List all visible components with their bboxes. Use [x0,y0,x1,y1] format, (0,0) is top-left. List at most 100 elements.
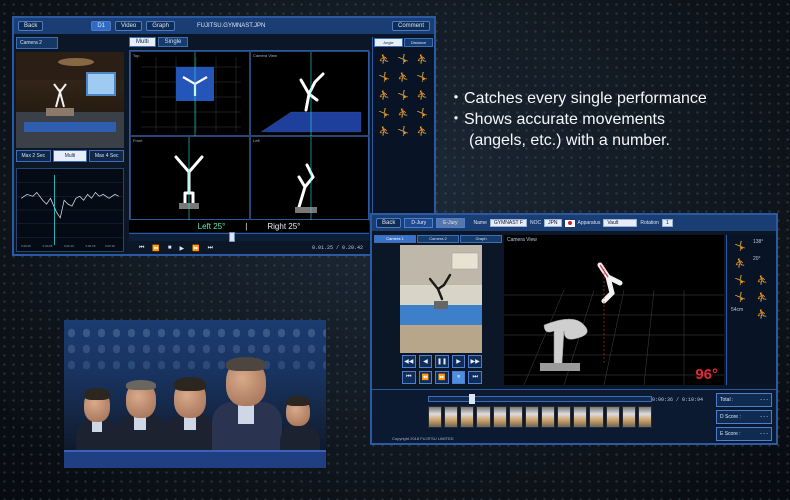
toggle-max-2[interactable]: Max 2 Sec [16,150,51,162]
side-angle-2: 20° [753,256,761,262]
timeline-slider[interactable] [129,232,369,242]
tab-graph-2[interactable]: Graph [460,235,502,243]
tab-single[interactable]: Single [157,37,189,47]
tab-multi[interactable]: Multi [129,37,156,47]
tab-video[interactable]: Video [115,21,143,31]
pose-icon[interactable]: 🤸 [377,70,392,84]
tab-camera-2[interactable]: Camera 2 [417,235,459,243]
back-button[interactable]: Back [18,21,44,31]
pose-icon[interactable]: 🤸 [396,124,411,138]
pose-icon[interactable]: 🤸 [377,106,392,120]
filmstrip-slider[interactable] [428,394,652,404]
view-front-label: Front [133,138,143,143]
tab-d-jury[interactable]: D-Jury [404,218,434,228]
film-frame[interactable] [589,406,604,428]
film-frame[interactable] [637,406,652,428]
film-frame[interactable] [573,406,588,428]
pose-icon[interactable]: 🤸 [396,52,411,66]
fast-forward-icon[interactable]: ⏩ [435,371,449,384]
pose-icon[interactable]: ⛹ [377,52,392,66]
view-left[interactable]: Left [250,136,370,222]
camera-feed [16,52,124,148]
pose-icon[interactable]: ⛹ [753,290,772,304]
pose-icon[interactable]: ⛹ [377,88,392,102]
name-field[interactable]: GYMNAST F [489,219,527,227]
film-frame[interactable] [476,406,491,428]
film-frame[interactable] [621,406,636,428]
pose-icon[interactable]: 🤸 [731,273,750,287]
last-frame-icon[interactable]: ⏭ [468,371,482,384]
filmstrip [428,406,652,428]
first-frame-icon[interactable]: ⏮ [402,371,416,384]
film-frame[interactable] [540,406,556,428]
side-angle-1: 138° [753,239,764,245]
pose-icon[interactable]: ⛹ [396,106,411,120]
pose-icon[interactable]: 🤸 [415,70,430,84]
comment-button[interactable]: Comment [391,21,430,31]
tab-graph[interactable]: Graph [146,21,175,31]
pose-icon[interactable]: ⛹ [415,88,430,102]
pose-icon[interactable]: 🤸 [731,239,750,253]
judges-desk [64,450,326,468]
stop-icon[interactable]: ■ [168,245,172,251]
film-frame[interactable] [460,406,475,428]
tab-e-jury[interactable]: E-Jury [436,218,465,228]
slow-motion-icon[interactable]: ⏸ [451,371,466,384]
pause-icon[interactable]: ❚❚ [435,355,449,368]
rewind-icon[interactable]: ⏪ [418,371,433,384]
pose-icon[interactable]: ⛹ [377,124,392,138]
multi-view-grid: Top Camera View Front Left [129,50,370,222]
step-back-icon[interactable]: ◀ [418,355,433,368]
pose-icon[interactable]: 🤸 [731,290,750,304]
camera-view-render [260,52,362,137]
skip-forward-icon[interactable]: ▶▶ [468,355,482,368]
graph-tick-3: 0.00.15 [86,244,96,248]
pose-icon[interactable]: 🤸 [396,88,411,102]
pose-icon[interactable]: ⛹ [753,307,772,321]
pose-icon[interactable]: ⛹ [415,124,430,138]
view-top-label: Top [133,53,140,58]
film-frame[interactable] [605,406,620,428]
pose-icon[interactable]: 🤸 [415,106,430,120]
apparatus-field[interactable]: Vault [603,219,638,227]
film-frame[interactable] [444,406,459,428]
film-frame[interactable] [557,406,572,428]
japan-flag-icon [564,219,575,227]
rewind-icon[interactable]: ⏪ [152,245,159,252]
view-camera[interactable]: Camera View [250,51,370,137]
tab-camera-1[interactable]: Camera 1 [374,235,416,243]
angle-separator: | [245,221,248,231]
toggle-multi[interactable]: Multi [52,150,88,162]
pose-icon[interactable]: ⛹ [753,273,772,287]
pose-icon[interactable]: ⛹ [396,70,411,84]
view-left-label: Left [253,138,260,143]
view-top[interactable]: Top [130,51,250,137]
fast-forward-icon[interactable]: ⏩ [192,245,199,252]
play-icon[interactable]: ▶ [451,355,466,368]
total-value: - - - [760,397,768,403]
skip-forward-icon[interactable]: ⏭ [208,245,213,252]
film-frame[interactable] [428,406,443,428]
pose-icon[interactable]: ⛹ [415,52,430,66]
bullet-3: (angels, etc.) with a number. [469,132,670,149]
camera-select[interactable]: Camera 2 [16,37,58,49]
tab-d1[interactable]: D1 [91,21,112,31]
rotation-field[interactable]: 1 [661,219,673,227]
skip-back-icon[interactable]: ◀◀ [402,355,416,368]
noc-field[interactable]: JPN [544,219,562,227]
pose-icon[interactable]: ⛹ [731,256,750,270]
back-button-2[interactable]: Back [376,218,402,228]
film-frame[interactable] [492,406,507,428]
view-front[interactable]: Front [130,136,250,222]
tab-distance[interactable]: Distance [404,38,433,47]
toggle-max-4[interactable]: Max 4 Sec [89,150,125,162]
play-icon[interactable]: ▶ [180,245,185,252]
view-camera-label: Camera View [253,53,277,58]
film-frame[interactable] [524,406,539,428]
tab-angle[interactable]: Angle [374,38,403,47]
film-frame[interactable] [508,406,523,428]
angle-value: 96° [695,366,718,383]
skip-back-icon[interactable]: ⏮ [139,245,144,252]
filmstrip-thumb[interactable] [469,394,475,404]
graph-tick-4: 0.00.20 [105,244,115,248]
